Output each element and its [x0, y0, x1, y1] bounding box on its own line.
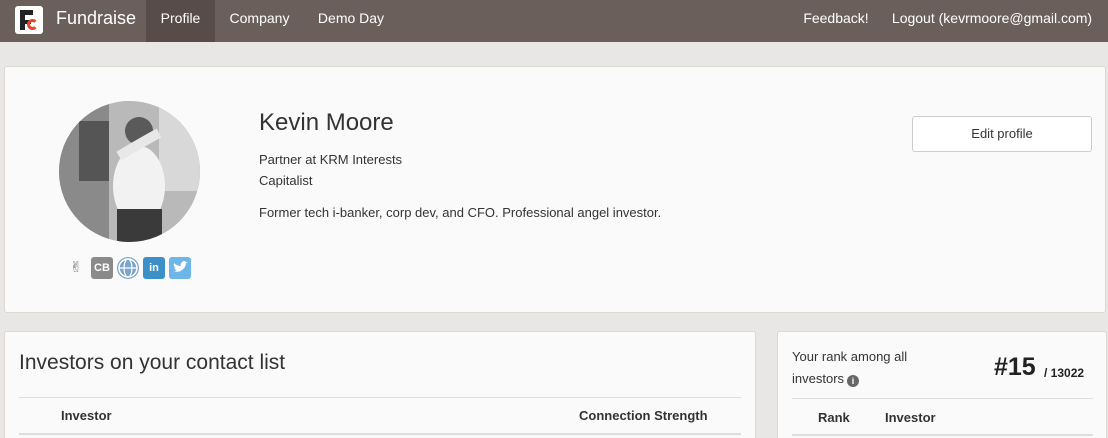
nav-item-demo-day[interactable]: Demo Day	[304, 0, 398, 42]
website-globe-icon[interactable]	[117, 257, 139, 279]
rank-label-line1: Your rank among all	[792, 349, 908, 364]
rank-value: #15	[994, 353, 1036, 381]
rank-total: / 13022	[1044, 366, 1085, 380]
twitter-bird-icon	[173, 261, 188, 272]
profile-bio: Former tech i-banker, corp dev, and CFO.…	[259, 205, 662, 220]
investors-card: Investors on your contact list Investor …	[4, 331, 756, 438]
top-nav: Fundraise Profile Company Demo Day Feedb…	[0, 0, 1108, 42]
info-icon[interactable]: i	[847, 375, 860, 387]
globe-icon	[118, 258, 138, 278]
feedback-link[interactable]: Feedback!	[792, 0, 880, 42]
profile-name: Kevin Moore	[259, 109, 394, 136]
linkedin-icon[interactable]: in	[143, 257, 165, 279]
investors-table-header: Investor Connection Strength	[19, 397, 741, 435]
angellist-icon[interactable]: ✌	[65, 257, 87, 279]
brand-name[interactable]: Fundraise	[56, 0, 136, 42]
rank-table-header: Rank Investor	[792, 398, 1093, 436]
rank-label-line2: investors i	[792, 371, 860, 387]
fundraise-logo-icon[interactable]	[15, 6, 43, 34]
column-header-connection-strength[interactable]: Connection Strength	[579, 408, 708, 423]
rank-card: Your rank among all investors i #15 / 130…	[777, 331, 1107, 438]
edit-profile-button[interactable]: Edit profile	[912, 116, 1092, 152]
profile-title: Partner at KRM Interests	[259, 152, 403, 167]
column-header-investor[interactable]: Investor	[885, 410, 936, 425]
nav-item-company[interactable]: Company	[215, 0, 304, 42]
nav-item-profile[interactable]: Profile	[146, 0, 215, 42]
logout-link[interactable]: Logout (kevrmoore@gmail.com)	[880, 0, 1104, 42]
rank-label-text: investors	[792, 371, 845, 386]
profile-role: Capitalist	[259, 173, 313, 188]
avatar	[59, 101, 200, 242]
avatar-photo	[59, 101, 200, 242]
profile-card: ✌ CB in Kevin Moore Partner at KRM Inter…	[4, 66, 1106, 313]
logo-c-shape	[27, 19, 38, 30]
crunchbase-icon[interactable]: CB	[91, 257, 113, 279]
twitter-icon[interactable]	[169, 257, 191, 279]
investors-title: Investors on your contact list	[19, 351, 286, 374]
column-header-investor[interactable]: Investor	[61, 408, 112, 423]
column-header-rank[interactable]: Rank	[818, 410, 850, 425]
